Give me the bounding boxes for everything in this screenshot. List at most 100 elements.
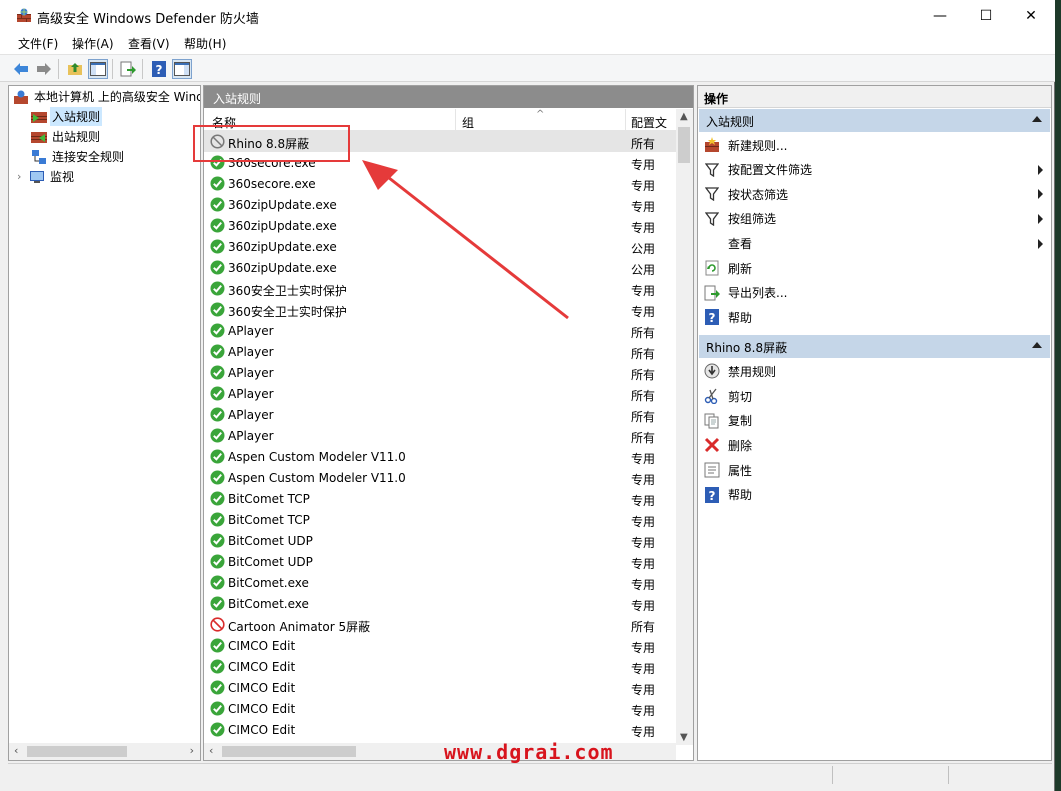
rule-name: 360安全卫士实时保护	[228, 305, 347, 319]
rule-row[interactable]: APlayer 所有	[204, 404, 676, 425]
minimize-button[interactable]: —	[917, 0, 963, 31]
rule-row[interactable]: CIMCO Edit 专用	[204, 677, 676, 698]
submenu-arrow-icon	[1038, 238, 1043, 249]
help-button[interactable]: ?	[149, 59, 169, 79]
rule-row[interactable]: APlayer 所有	[204, 320, 676, 341]
section-title: 入站规则	[706, 115, 755, 129]
rule-name: 360安全卫士实时保护	[228, 284, 347, 298]
rule-name: BitComet UDP	[228, 534, 313, 548]
scrollbar-thumb[interactable]	[678, 127, 690, 163]
svg-text:?: ?	[709, 489, 716, 503]
action-item[interactable]: ? 帮助	[704, 484, 1049, 506]
action-item[interactable]: 查看	[704, 233, 1049, 255]
action-item[interactable]: 按状态筛选	[704, 183, 1049, 205]
rule-row[interactable]: CIMCO Edit 专用	[204, 698, 676, 719]
collapse-icon[interactable]	[1032, 342, 1042, 348]
tree-item-monitoring[interactable]: › 监视	[17, 167, 76, 186]
tree-item-label: 监视	[50, 170, 75, 184]
rule-row[interactable]: BitComet TCP 专用	[204, 509, 676, 530]
rule-enabled-check-icon	[210, 281, 225, 296]
rule-name: APlayer	[228, 345, 274, 359]
rule-row[interactable]: BitComet UDP 专用	[204, 530, 676, 551]
scroll-left-icon[interactable]: ‹	[14, 744, 18, 757]
submenu-arrow-icon	[1038, 189, 1043, 199]
scrollbar-thumb[interactable]	[222, 746, 356, 757]
rule-profile: 专用	[631, 557, 656, 571]
rule-row[interactable]: APlayer 所有	[204, 383, 676, 404]
action-item[interactable]: 复制	[704, 410, 1049, 432]
rule-row[interactable]: Aspen Custom Modeler V11.0 专用	[204, 467, 676, 488]
action-item[interactable]: ? 帮助	[704, 306, 1049, 328]
tree-root[interactable]: 本地计算机 上的高级安全 Windows Defender 防火墙	[13, 87, 200, 106]
rule-row[interactable]: CIMCO Edit 专用	[204, 656, 676, 677]
rule-row[interactable]: APlayer 所有	[204, 341, 676, 362]
action-item[interactable]: 属性	[704, 459, 1049, 481]
rule-profile: 专用	[631, 221, 656, 235]
menu-view[interactable]: 查看(V)	[128, 35, 170, 52]
action-item[interactable]: 导出列表...	[704, 282, 1049, 304]
menu-file[interactable]: 文件(F)	[18, 35, 58, 52]
action-item[interactable]: 按配置文件筛选	[704, 159, 1049, 181]
rule-row[interactable]: BitComet.exe 专用	[204, 572, 676, 593]
action-item[interactable]: 新建规则...	[704, 134, 1049, 156]
scrollbar-thumb[interactable]	[27, 746, 127, 757]
rule-row[interactable]: Cartoon Animator 5屏蔽 所有	[204, 614, 676, 635]
action-item[interactable]: 禁用规则	[704, 360, 1049, 382]
action-item[interactable]: 删除	[704, 434, 1049, 456]
rule-row[interactable]: BitComet TCP 专用	[204, 488, 676, 509]
tree-item-outbound-rules[interactable]: 出站规则	[31, 127, 102, 146]
rule-profile: 所有	[631, 431, 656, 445]
scroll-left-icon[interactable]: ‹	[209, 744, 213, 757]
back-button[interactable]	[11, 59, 31, 79]
rule-enabled-check-icon	[210, 638, 225, 653]
expand-chevron-icon[interactable]: ›	[17, 170, 29, 183]
rule-profile: 所有	[631, 137, 656, 151]
actions-section-inbound-rules[interactable]: 入站规则	[699, 109, 1050, 132]
column-group[interactable]: 组	[462, 114, 474, 131]
menu-help[interactable]: 帮助(H)	[184, 35, 226, 52]
action-label: 帮助	[728, 488, 753, 502]
rule-row[interactable]: BitComet UDP 专用	[204, 551, 676, 572]
submenu-arrow-icon	[1038, 164, 1043, 175]
rule-row[interactable]: CIMCO Edit 专用	[204, 719, 676, 740]
scroll-down-icon[interactable]: ▼	[680, 732, 688, 743]
rule-name: APlayer	[228, 366, 274, 380]
close-button[interactable]: ✕	[1008, 0, 1054, 31]
rules-pane-header: 入站规则	[204, 86, 693, 108]
rule-profile: 专用	[631, 683, 656, 697]
svg-text:?: ?	[156, 63, 163, 77]
rule-enabled-check-icon	[210, 449, 225, 464]
action-item[interactable]: 刷新	[704, 257, 1049, 279]
rule-row[interactable]: APlayer 所有	[204, 425, 676, 446]
scroll-right-icon[interactable]: ›	[190, 744, 194, 757]
collapse-icon[interactable]	[1032, 116, 1042, 122]
export-list-button[interactable]	[118, 59, 138, 79]
maximize-button[interactable]: ☐	[963, 0, 1009, 31]
filter-icon	[704, 211, 720, 227]
action-item[interactable]: 剪切	[704, 385, 1049, 407]
rule-profile: 专用	[631, 473, 656, 487]
minimize-icon: —	[933, 7, 947, 24]
tree-horizontal-scrollbar[interactable]: ‹ ›	[9, 743, 200, 760]
rule-row[interactable]: Aspen Custom Modeler V11.0 专用	[204, 446, 676, 467]
action-item[interactable]: 按组筛选	[704, 208, 1049, 230]
rules-vertical-scrollbar[interactable]: ▲ ▼	[676, 109, 693, 745]
show-hide-tree-button[interactable]	[88, 59, 108, 79]
scroll-up-icon[interactable]: ▲	[680, 111, 688, 122]
inbound-rules-icon	[31, 111, 47, 123]
tree-item-connection-security-rules[interactable]: 连接安全规则	[31, 147, 126, 166]
rule-row[interactable]: APlayer 所有	[204, 362, 676, 383]
rule-profile: 专用	[631, 641, 656, 655]
svg-text:?: ?	[709, 311, 716, 325]
rule-name: 360secore.exe	[228, 177, 316, 191]
show-hide-action-pane-button[interactable]	[172, 59, 192, 79]
rule-row[interactable]: BitComet.exe 专用	[204, 593, 676, 614]
actions-section-selected-rule[interactable]: Rhino 8.8屏蔽	[699, 335, 1050, 358]
up-level-button[interactable]	[65, 59, 85, 79]
connection-security-icon	[32, 149, 46, 164]
tree-item-inbound-rules[interactable]: 入站规则	[31, 107, 103, 126]
menu-action[interactable]: 操作(A)	[72, 35, 114, 52]
forward-button[interactable]	[34, 59, 54, 79]
rule-row[interactable]: CIMCO Edit 专用	[204, 635, 676, 656]
action-label: 查看	[728, 237, 753, 251]
